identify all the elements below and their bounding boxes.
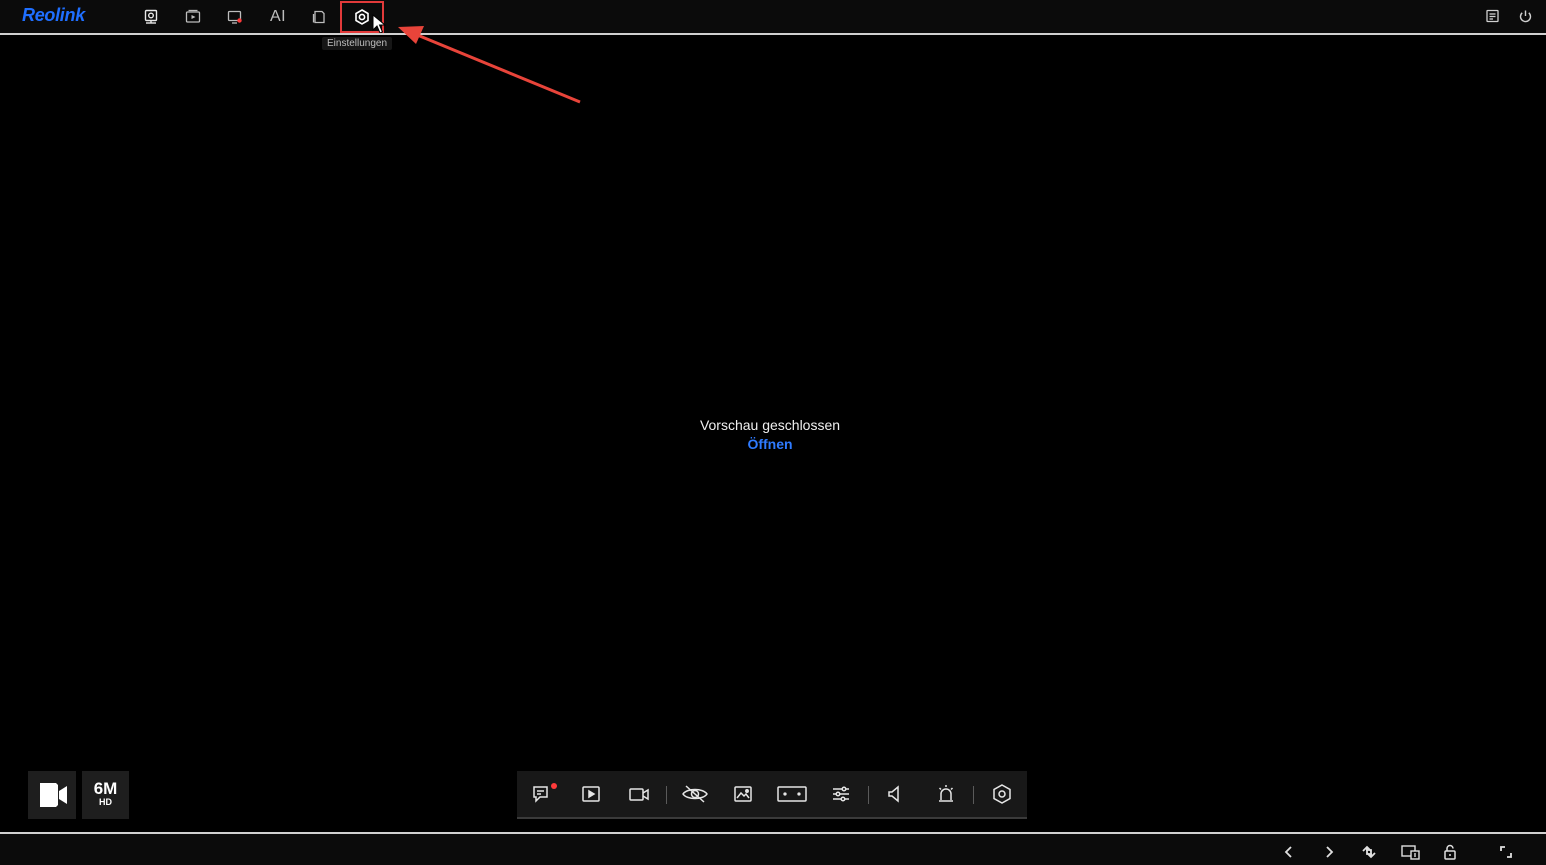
top-bar: Reolink AI [0,0,1546,34]
nav-playback[interactable] [175,0,211,33]
monitor-record-icon [227,10,242,24]
chat-icon [533,786,548,803]
toolbar-settings-button[interactable] [982,771,1022,817]
record-camera-icon [629,788,649,801]
annotation-arrow-icon [398,26,581,104]
notification-dot [551,783,557,789]
camera-icon [144,9,158,24]
siren-button[interactable] [926,771,966,817]
lock-button[interactable] [1437,840,1463,864]
toolbar-separator [666,786,667,804]
play-icon [582,786,600,802]
preview-closed-message: Vorschau geschlossen Öffnen [0,417,1540,454]
top-divider [0,33,1546,35]
bottom-bar [0,834,1546,865]
preview-status-text: Vorschau geschlossen [699,417,841,433]
screen-layout-icon [1401,845,1420,860]
resolution-label: 6M [93,779,118,798]
power-button[interactable] [1511,0,1539,33]
fullscreen-icon [1500,846,1512,858]
record-button[interactable] [619,771,659,817]
nav-live-view[interactable] [133,0,169,33]
sliders-icon [833,786,849,802]
fullscreen-button[interactable] [1493,840,1519,864]
privacy-mask-button[interactable] [675,771,715,817]
snapshot-button[interactable] [723,771,763,817]
log-button[interactable] [1478,0,1506,33]
audio-button[interactable] [875,771,915,817]
nav-ai[interactable]: AI [260,0,296,33]
quality-label: HD [99,797,112,807]
image-settings-button[interactable] [821,771,861,817]
nav-files[interactable] [301,0,337,33]
previous-button[interactable] [1276,840,1302,864]
chevron-right-icon [1326,846,1334,858]
power-icon [1519,10,1531,23]
chevron-left-icon [1284,846,1292,858]
aspect-ratio-icon [777,786,807,802]
image-icon [734,786,752,802]
gear-icon [993,784,1011,804]
next-button[interactable] [1316,840,1342,864]
open-preview-link[interactable]: Öffnen [747,436,792,452]
document-icon [1485,9,1499,23]
speaker-icon [888,785,899,803]
siren-icon [938,785,954,802]
file-icon [312,10,325,23]
toolbar-separator [973,786,974,804]
aspect-ratio-button[interactable] [772,771,812,817]
nav-recording[interactable] [217,0,253,33]
nav-ai-label: AI [269,7,287,25]
screen-layout-button[interactable] [1398,840,1424,864]
refresh-icon [1362,845,1376,859]
eye-off-icon [682,785,708,803]
camera-badge [28,771,76,819]
playback-button[interactable] [571,771,611,817]
reolink-logo: Reolink [22,5,85,25]
refresh-button[interactable] [1356,840,1382,864]
video-camera-icon [40,783,67,807]
toolbar-separator [868,786,869,804]
live-toolbar [517,771,1027,819]
playback-icon [185,9,201,23]
resolution-badge: 6M HD [82,771,129,819]
intercom-button[interactable] [522,771,562,817]
unlock-icon [1444,844,1456,860]
reolink-client: Reolink AI Einstellungen Vorschau geschl… [0,0,1546,865]
